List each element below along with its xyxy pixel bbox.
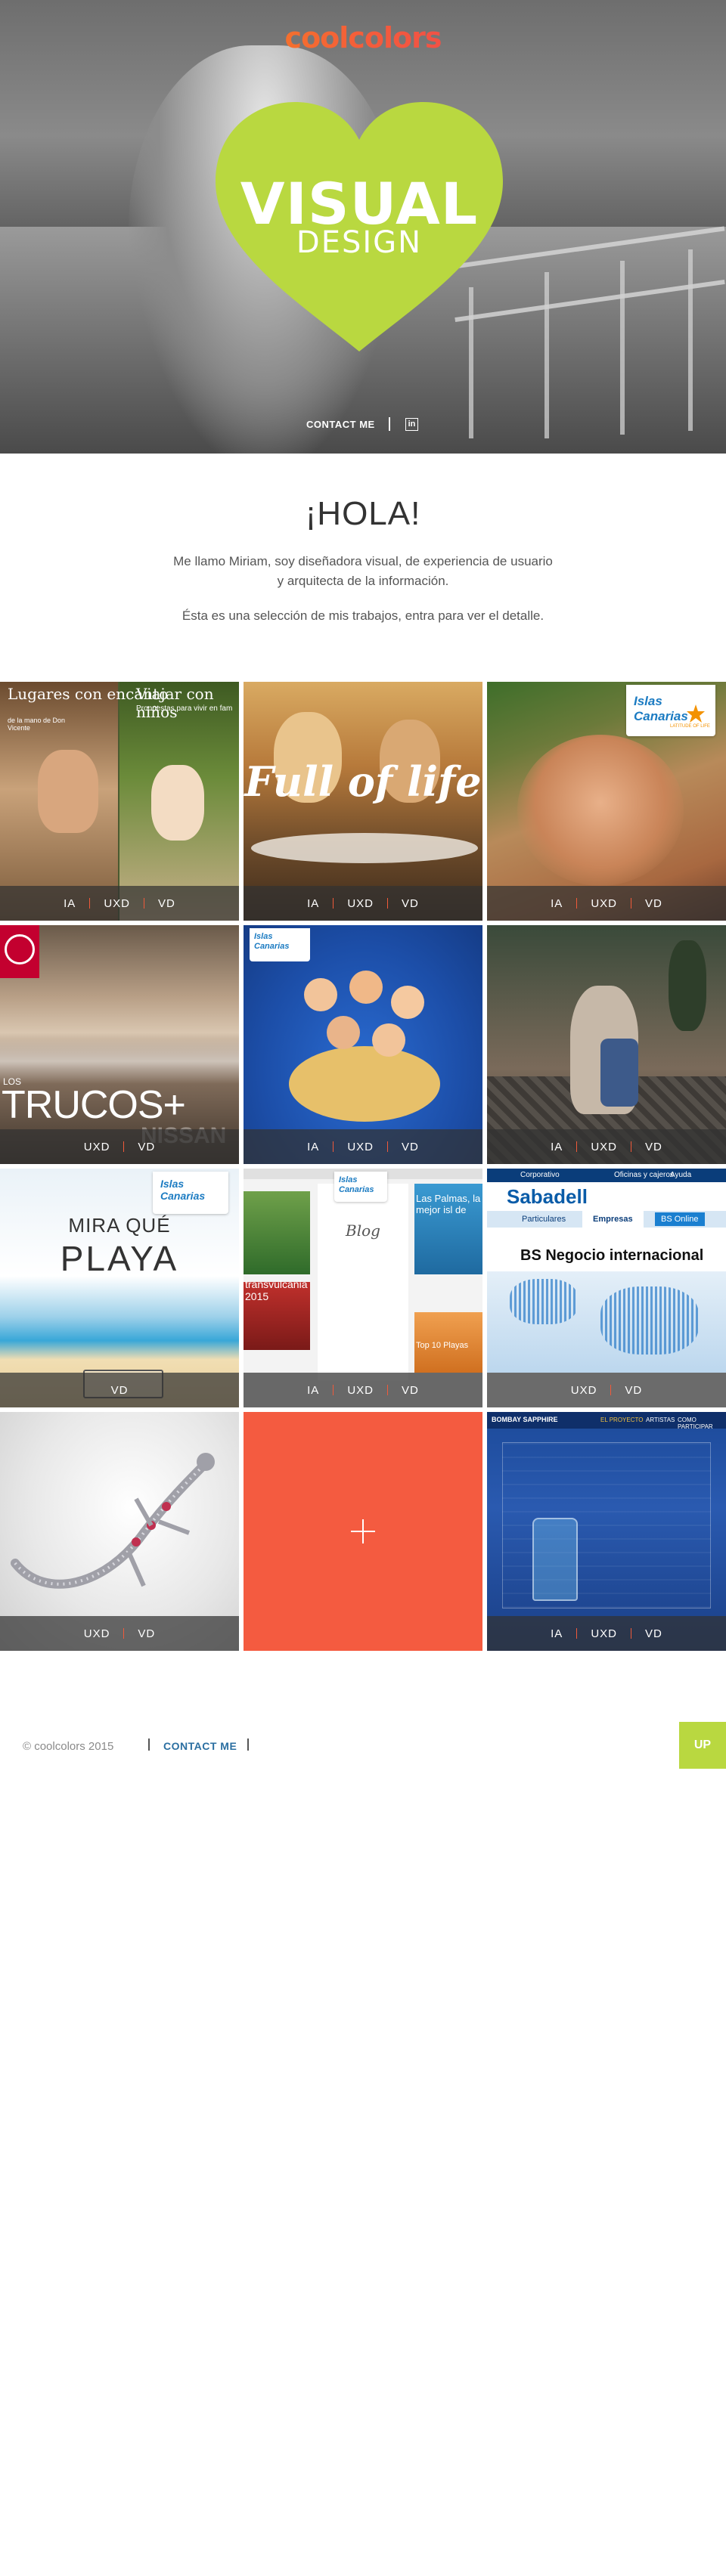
scroll-up-button[interactable]: UP <box>679 1722 726 1769</box>
project-tile-full-of-life[interactable]: Full of life IA UXD VD <box>244 682 482 921</box>
table-plates <box>251 833 478 863</box>
project-tile-islas-canarias-kids[interactable]: Islas Canarias IA UXD VD <box>244 925 482 1164</box>
plus-icon <box>351 1519 375 1543</box>
tile-caption: de la mano de Don Vicente <box>8 717 66 732</box>
character-face <box>304 978 337 1011</box>
sabadell-heading: BS Negocio internacional <box>520 1247 704 1264</box>
islas-canarias-logo: Islas Canarias <box>250 928 310 961</box>
tile-tags: IA UXD VD <box>244 1129 482 1164</box>
tag-uxd: UXD <box>104 896 130 910</box>
character-face <box>391 986 424 1019</box>
project-tile-islas-canarias-sun[interactable]: Islas Canarias LATITUDE OF LIFE IA UXD V… <box>487 682 726 921</box>
tile-tags: UXD VD <box>487 1373 726 1407</box>
hero-contact-link[interactable]: CONTACT ME <box>306 419 375 430</box>
tile-tags: UXD VD <box>0 1129 239 1164</box>
bottle-shape <box>532 1518 578 1601</box>
intro-line: Ésta es una selección de mis trabajos, e… <box>182 608 544 623</box>
railing-post <box>688 249 693 431</box>
tile-caption: Propuestas para vivir en fam <box>136 704 233 713</box>
character-face <box>327 1016 360 1049</box>
railing-post <box>620 261 625 435</box>
blog-caption: Top 10 Playas <box>416 1341 469 1350</box>
gecko-jewel-illustration <box>11 1453 215 1589</box>
linkedin-icon[interactable]: in <box>405 418 418 431</box>
project-tile-lugares-con-encanto[interactable]: Lugares con encanto de la mano de Don Vi… <box>0 682 239 921</box>
footer-copyright: © coolcolors 2015 <box>23 1740 114 1753</box>
tile-heading: TRUCOS+ <box>2 1083 186 1127</box>
tile-heading: PLAYA <box>60 1239 179 1278</box>
heart-subtitle: DESIGN <box>296 225 423 260</box>
coolcolors-logo[interactable]: coolcolors <box>0 21 726 54</box>
face-shape <box>517 735 684 886</box>
tile-tags: IA UXD VD <box>244 1373 482 1407</box>
project-tile-lanzarote-couple[interactable]: IA UXD VD <box>487 925 726 1164</box>
project-tile-mira-que-playa[interactable]: MIRA QUÉ PLAYA Islas Canarias VD <box>0 1169 239 1407</box>
blog-card: Blog <box>318 1184 408 1380</box>
project-tile-sabadell[interactable]: Corporativo Oficinas y cajeros Ayuda Sab… <box>487 1169 726 1407</box>
more-projects-button[interactable] <box>244 1412 482 1651</box>
railing-post <box>544 272 549 438</box>
tile-heading: MIRA QUÉ <box>68 1214 171 1237</box>
intro-title: ¡HOLA! <box>305 495 421 532</box>
tile-tags: IA UXD VD <box>487 886 726 921</box>
jeans-shape <box>600 1039 638 1107</box>
divider <box>148 1738 150 1751</box>
tag-vd: VD <box>158 896 175 910</box>
islas-canarias-logo: Islas Canarias <box>334 1172 387 1202</box>
face-shape <box>151 765 204 841</box>
divider <box>389 417 390 431</box>
character-face <box>349 971 383 1004</box>
horizon-shine <box>0 1039 239 1084</box>
tile-tags: IA UXD VD <box>487 1616 726 1651</box>
tile-heading: Viajar con niños <box>136 685 214 721</box>
tile-tags: IA UXD VD <box>244 886 482 921</box>
island-shape <box>289 1046 440 1122</box>
world-map <box>487 1271 726 1373</box>
face-shape <box>38 750 98 833</box>
star-icon <box>687 704 705 723</box>
tag-ia: IA <box>64 896 76 910</box>
project-tile-gecko-jewel[interactable]: UXD VD <box>0 1412 239 1651</box>
character-face <box>372 1023 405 1057</box>
intro-line: Me llamo Miriam, soy diseñadora visual, … <box>173 554 553 568</box>
tile-heading: Full of life <box>244 757 482 806</box>
islas-canarias-logo: Islas Canarias <box>153 1172 228 1214</box>
footer-contact-link[interactable]: CONTACT ME <box>163 1740 237 1752</box>
tile-tags: IA UXD VD <box>487 1129 726 1164</box>
nissan-logo <box>0 925 39 978</box>
hero-section: coolcolors VISUAL DESIGN CONTACT ME in <box>0 0 726 454</box>
tile-tags: UXD VD <box>0 1616 239 1651</box>
blog-caption: Las Palmas, la mejor isl de <box>416 1193 481 1215</box>
divider <box>247 1738 249 1751</box>
blog-caption: transvulcania 2015 <box>245 1278 308 1302</box>
project-tile-islas-canarias-blog[interactable]: transvulcania 2015 Blog Las Palmas, la m… <box>244 1169 482 1407</box>
islas-canarias-logo: Islas Canarias LATITUDE OF LIFE <box>626 685 715 736</box>
sabadell-logo: Sabadell <box>507 1185 588 1208</box>
tile-tags: IA UXD VD <box>0 886 239 921</box>
cactus-shape <box>669 940 706 1031</box>
intro-line: y arquitecta de la información. <box>277 574 449 588</box>
sabadell-topbar: Corporativo Oficinas y cajeros Ayuda <box>487 1169 726 1182</box>
tile-tags: VD <box>0 1373 239 1407</box>
project-tile-bombay-sapphire[interactable]: BOMBAY SAPPHIRE EL PROYECTO ARTISTAS COM… <box>487 1412 726 1651</box>
sabadell-nav: Particulares Empresas BS Online <box>487 1211 726 1228</box>
project-tile-nissan-trucos[interactable]: LOS TRUCOS+ NISSAN UXD VD <box>0 925 239 1164</box>
blog-photo <box>244 1191 310 1274</box>
bombay-nav: BOMBAY SAPPHIRE EL PROYECTO ARTISTAS COM… <box>487 1412 726 1430</box>
